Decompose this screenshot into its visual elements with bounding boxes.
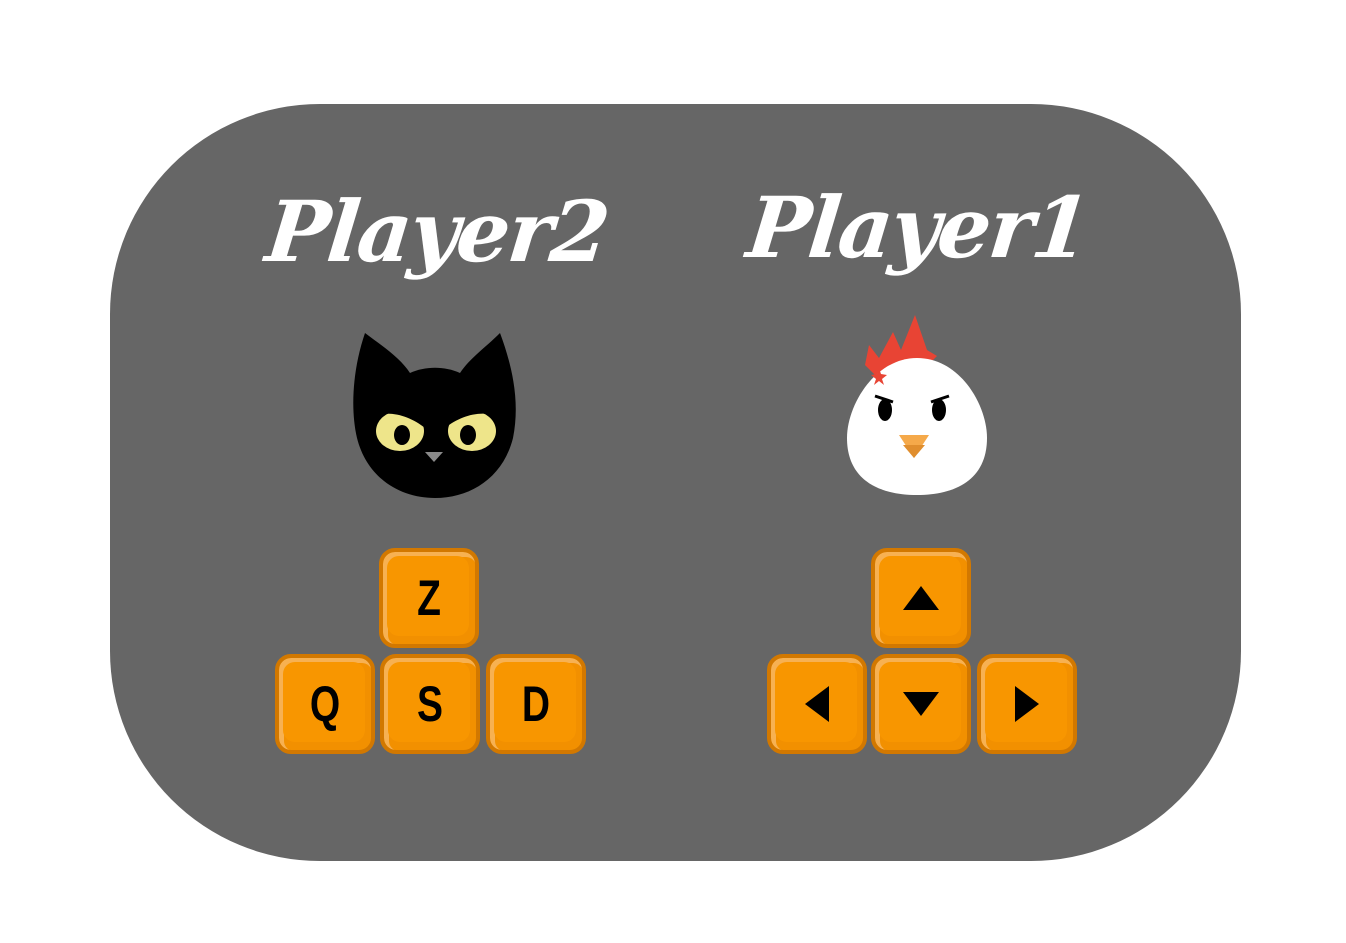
controls-screen: Player2 Z Q S D Player1: [0, 0, 1346, 943]
right-arrow-icon: [1015, 686, 1039, 722]
key-left-arrow[interactable]: [767, 654, 867, 754]
down-arrow-icon: [903, 692, 939, 716]
key-z[interactable]: Z: [379, 548, 479, 648]
chicken-face-icon: [847, 315, 987, 495]
left-arrow-icon: [805, 686, 829, 722]
player2-title: Player2: [261, 182, 613, 281]
key-up-arrow[interactable]: [871, 548, 971, 648]
key-right-arrow[interactable]: [977, 654, 1077, 754]
key-q[interactable]: Q: [275, 654, 375, 754]
player1-title: Player1: [742, 178, 1094, 277]
key-d[interactable]: D: [486, 654, 586, 754]
up-arrow-icon: [903, 586, 939, 610]
key-down-arrow[interactable]: [871, 654, 971, 754]
cat-face-icon: [353, 333, 516, 498]
key-s[interactable]: S: [380, 654, 480, 754]
